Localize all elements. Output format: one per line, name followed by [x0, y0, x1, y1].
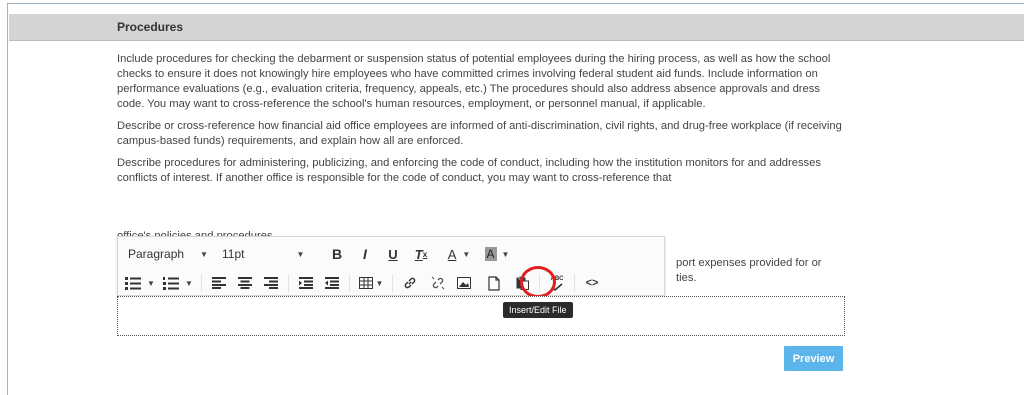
- numbered-list-button[interactable]: ▼: [161, 272, 195, 294]
- font-size-select[interactable]: 11pt ▼: [222, 243, 326, 265]
- outdent-button[interactable]: [321, 272, 343, 294]
- toolbar-divider: [574, 274, 575, 292]
- section-header: Procedures: [9, 14, 1024, 41]
- toolbar-divider: [288, 274, 289, 292]
- insert-edit-file-tooltip: Insert/Edit File: [503, 302, 573, 318]
- preview-button[interactable]: Preview: [784, 346, 843, 371]
- unlink-icon: [431, 276, 445, 290]
- align-right-button[interactable]: [260, 272, 282, 294]
- clear-formatting-button[interactable]: Tx: [410, 243, 432, 265]
- section-title: Procedures: [117, 20, 184, 34]
- format-select-label: Paragraph: [128, 247, 185, 261]
- instruction-paragraph-1: Include procedures for checking the deba…: [117, 53, 831, 110]
- chevron-down-icon: ▼: [296, 249, 305, 259]
- format-select[interactable]: Paragraph ▼: [128, 243, 216, 265]
- underline-icon: U: [388, 246, 398, 262]
- align-left-icon: [212, 277, 226, 289]
- table-icon: [358, 277, 373, 289]
- highlight-circle-annotation: [520, 266, 556, 298]
- italic-button[interactable]: I: [354, 243, 376, 265]
- text-color-button[interactable]: A ▼: [442, 243, 476, 265]
- file-icon: [488, 275, 500, 291]
- indent-icon: [299, 277, 313, 289]
- instructions-text: Include procedures for checking the deba…: [117, 52, 845, 193]
- behind-toolbar-line-2: ties.: [676, 272, 697, 284]
- bullet-list-icon: [125, 277, 142, 290]
- toolbar-divider: [392, 274, 393, 292]
- outdent-icon: [325, 277, 339, 289]
- italic-icon: I: [363, 246, 367, 262]
- chevron-down-icon: ▼: [462, 249, 471, 259]
- numbered-list-icon: [163, 277, 180, 290]
- background-color-icon: A: [484, 247, 497, 261]
- background-color-button[interactable]: A ▼: [480, 243, 514, 265]
- text-behind-toolbar: port expenses provided for or ties.: [676, 256, 846, 286]
- insert-edit-file-button[interactable]: [483, 272, 505, 294]
- code-icon: <>: [585, 277, 599, 289]
- align-center-icon: [238, 277, 252, 289]
- insert-link-button[interactable]: [399, 272, 421, 294]
- bullet-list-button[interactable]: ▼: [123, 272, 157, 294]
- remove-link-button[interactable]: [427, 272, 449, 294]
- table-button[interactable]: ▼: [356, 272, 386, 294]
- align-right-icon: [264, 277, 278, 289]
- toolbar-divider: [201, 274, 202, 292]
- align-center-button[interactable]: [234, 272, 256, 294]
- toolbar-divider: [349, 274, 350, 292]
- underline-button[interactable]: U: [382, 243, 404, 265]
- font-size-select-label: 11pt: [222, 247, 245, 261]
- align-left-button[interactable]: [208, 272, 230, 294]
- instruction-paragraph-2: Describe or cross-reference how financia…: [117, 120, 842, 147]
- text-color-icon: A: [447, 246, 457, 262]
- clear-formatting-icon: T: [414, 246, 423, 262]
- image-icon: [457, 277, 471, 289]
- chevron-down-icon: ▼: [375, 278, 384, 288]
- indent-button[interactable]: [295, 272, 317, 294]
- procedures-text-editor[interactable]: [117, 296, 845, 336]
- chevron-down-icon: ▼: [200, 249, 208, 259]
- behind-toolbar-line-1: port expenses provided for or: [676, 257, 822, 269]
- bold-button[interactable]: B: [326, 243, 348, 265]
- bold-icon: B: [331, 246, 343, 262]
- chevron-down-icon: ▼: [147, 278, 155, 288]
- source-code-button[interactable]: <>: [581, 272, 603, 294]
- chevron-down-icon: ▼: [501, 249, 510, 259]
- link-icon: [404, 277, 416, 289]
- insert-image-button[interactable]: [453, 272, 475, 294]
- instruction-paragraph-3: Describe procedures for administering, p…: [117, 157, 821, 184]
- chevron-down-icon: ▼: [185, 278, 193, 288]
